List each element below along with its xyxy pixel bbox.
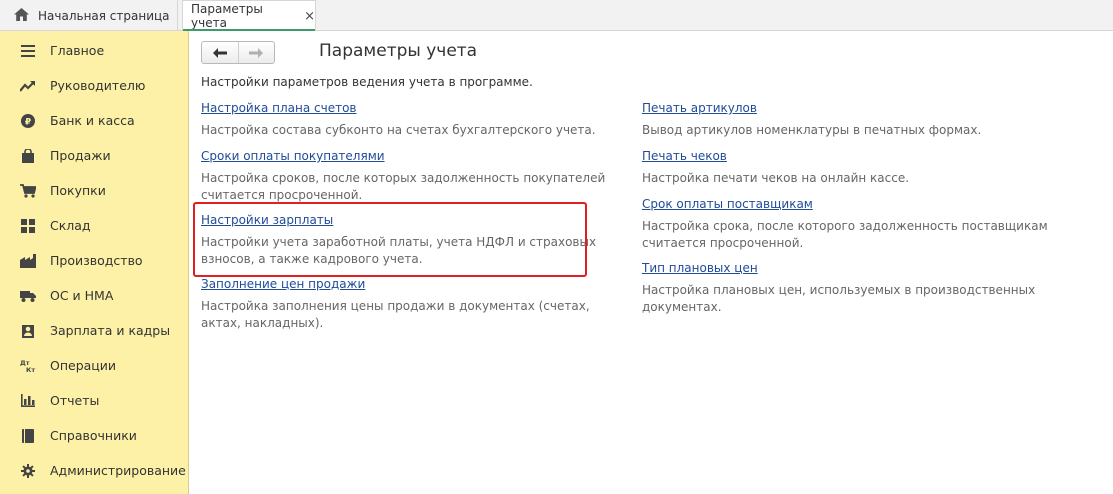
active-tab-indicator [183,29,315,31]
factory-icon [20,253,36,269]
sidebar-item-assets[interactable]: ОС и НМА [0,278,188,313]
close-icon[interactable]: × [304,9,315,24]
link-print-articles[interactable]: Печать артикулов [642,101,757,115]
sidebar-item-label: Продажи [50,148,111,163]
menu-icon [20,43,36,59]
truck-icon [20,288,36,304]
sidebar-item-operations[interactable]: Дт Кт Операции [0,348,188,383]
back-button[interactable] [202,42,238,63]
sidebar: Главное Руководителю ₽ Банк и касса Прод… [0,31,189,494]
sidebar-item-reports[interactable]: Отчеты [0,383,188,418]
svg-text:₽: ₽ [25,117,31,127]
bar-chart-icon [20,393,36,409]
sidebar-item-admin[interactable]: Администрирование [0,453,188,488]
sidebar-item-label: Отчеты [50,393,100,408]
sidebar-item-manager[interactable]: Руководителю [0,68,188,103]
sidebar-item-label: Склад [50,218,91,233]
sidebar-item-label: Администрирование [50,463,186,478]
sidebar-item-label: Операции [50,358,117,373]
desc-sale-prices: Настройка заполнения цены продажи в доку… [201,299,590,330]
link-sale-prices[interactable]: Заполнение цен продажи [201,277,365,291]
link-chart-of-accounts[interactable]: Настройка плана счетов [201,101,357,115]
warehouse-icon [20,218,36,234]
cart-icon [20,183,36,199]
sidebar-item-warehouse[interactable]: Склад [0,208,188,243]
page-description: Настройки параметров ведения учета в про… [201,75,533,89]
dt-kt-icon: Дт Кт [20,358,36,374]
sidebar-item-label: Покупки [50,183,106,198]
sidebar-item-label: Главное [50,43,105,58]
sidebar-item-label: Справочники [50,428,137,443]
link-planned-price-type[interactable]: Тип плановых цен [642,261,758,275]
desc-customer-payment-terms: Настройка сроков, после которых задолжен… [201,171,606,202]
gear-icon [20,463,36,479]
desc-print-articles: Вывод артикулов номенклатуры в печатных … [642,123,982,137]
desc-chart-of-accounts: Настройка состава субконто на счетах бух… [201,123,596,137]
arrow-right-icon [249,43,264,62]
sidebar-item-main[interactable]: Главное [0,33,188,68]
tab-params-label: Параметры учета [191,2,263,30]
tab-home-label: Начальная страница [38,8,170,23]
desc-supplier-payment-terms: Настройка срока, после которого задолжен… [642,219,1048,250]
link-customer-payment-terms[interactable]: Сроки оплаты покупателями [201,149,385,163]
page-title: Параметры учета [319,41,478,61]
person-icon [20,323,36,339]
trend-icon [20,78,36,94]
tab-params[interactable]: Параметры учета × [182,0,316,31]
sidebar-item-directories[interactable]: Справочники [0,418,188,453]
sidebar-item-salary[interactable]: Зарплата и кадры [0,313,188,348]
highlight-box [193,202,587,277]
sidebar-item-label: Зарплата и кадры [50,323,171,338]
link-print-receipts[interactable]: Печать чеков [642,149,727,163]
sidebar-item-label: Производство [50,253,143,268]
sidebar-item-label: Банк и касса [50,113,135,128]
nav-buttons [201,41,275,64]
desc-planned-price-type: Настройка плановых цен, используемых в п… [642,283,1036,314]
tab-home[interactable]: Начальная страница [0,0,178,31]
book-icon [20,428,36,444]
sidebar-item-sales[interactable]: Продажи [0,138,188,173]
tab-bar: Начальная страница Параметры учета × [0,0,1113,31]
sidebar-item-purchases[interactable]: Покупки [0,173,188,208]
link-supplier-payment-terms[interactable]: Срок оплаты поставщикам [642,197,813,211]
coin-icon: ₽ [20,113,36,129]
kt-glyph: Кт [26,366,35,373]
home-icon [14,7,38,24]
sidebar-item-bank[interactable]: ₽ Банк и касса [0,103,188,138]
sidebar-item-label: Руководителю [50,78,146,93]
forward-button[interactable] [237,42,275,63]
shopping-bag-icon [20,148,36,164]
sidebar-item-label: ОС и НМА [50,288,114,303]
arrow-left-icon [212,43,227,62]
desc-print-receipts: Настройка печати чеков на онлайн кассе. [642,171,910,185]
sidebar-item-production[interactable]: Производство [0,243,188,278]
